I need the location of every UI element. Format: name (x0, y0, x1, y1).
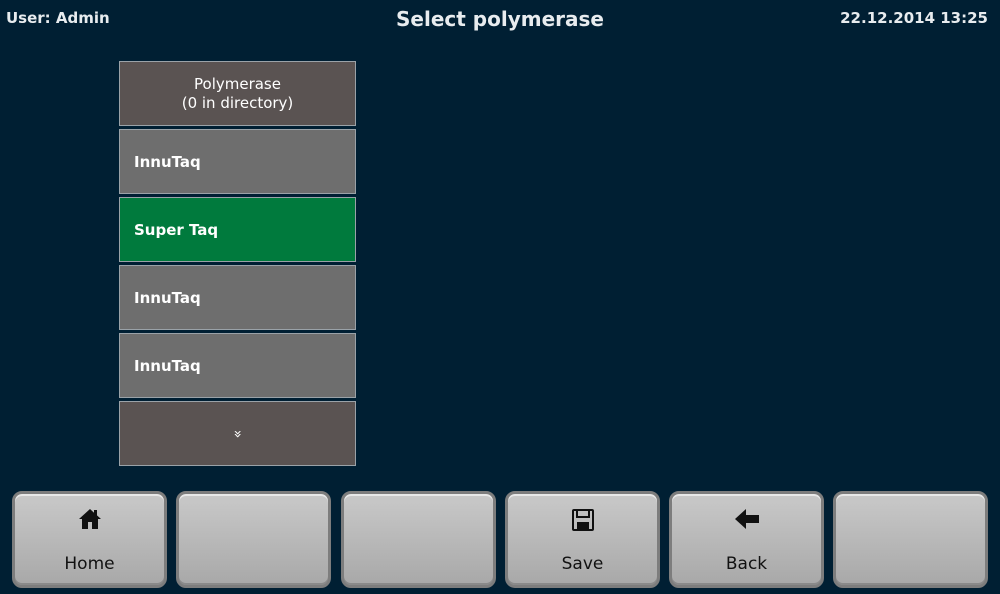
scroll-down-button[interactable]: » (119, 401, 356, 466)
list-header: Polymerase (0 in directory) (119, 61, 356, 126)
list-item-innutaq-3[interactable]: InnuTaq (119, 333, 356, 398)
toolbar-button-empty-3[interactable] (833, 491, 988, 588)
home-button[interactable]: Home (12, 491, 167, 588)
save-label: Save (561, 554, 604, 574)
home-icon (15, 508, 164, 534)
list-item-innutaq-1[interactable]: InnuTaq (119, 129, 356, 194)
list-item-innutaq-2[interactable]: InnuTaq (119, 265, 356, 330)
back-button[interactable]: Back (669, 491, 824, 588)
list-item-label: InnuTaq (134, 152, 201, 171)
list-item-label: InnuTaq (134, 356, 201, 375)
double-chevron-down-icon: » (229, 429, 246, 438)
status-bar: User: Admin Select polymerase 22.12.2014… (0, 0, 1000, 40)
list-header-count: (0 in directory) (181, 93, 294, 112)
home-label: Home (64, 554, 115, 574)
save-button[interactable]: Save (505, 491, 660, 588)
list-item-super-taq[interactable]: Super Taq (119, 197, 356, 262)
polymerase-list: Polymerase (0 in directory) InnuTaq Supe… (119, 61, 356, 469)
date-time: 22.12.2014 13:25 (840, 9, 988, 27)
back-label: Back (725, 554, 768, 574)
floppy-disk-icon (508, 508, 657, 536)
bottom-toolbar: Home Save Back (0, 489, 1000, 594)
toolbar-button-empty-2[interactable] (341, 491, 496, 588)
list-item-label: Super Taq (134, 220, 219, 239)
arrow-left-icon (672, 508, 821, 534)
list-header-title: Polymerase (194, 74, 281, 93)
list-item-label: InnuTaq (134, 288, 201, 307)
toolbar-button-empty-1[interactable] (176, 491, 331, 588)
